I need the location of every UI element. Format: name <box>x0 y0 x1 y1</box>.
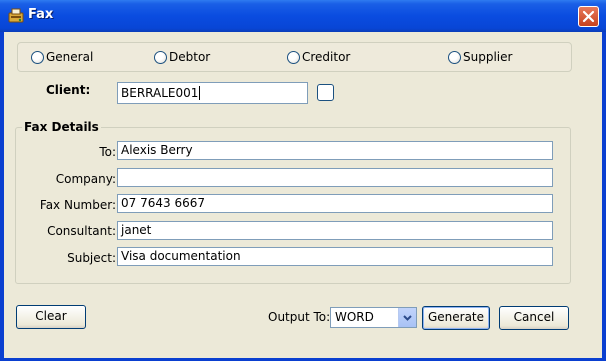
radio-supplier[interactable]: Supplier <box>448 50 512 64</box>
close-icon <box>582 10 595 23</box>
record-type-panel: General Debtor Creditor Supplier <box>17 42 572 72</box>
output-to-label: Output To: <box>268 310 331 324</box>
fax-number-label: Fax Number: <box>39 198 116 212</box>
radio-debtor-label: Debtor <box>169 50 211 64</box>
to-label: To: <box>99 145 116 159</box>
chevron-down-icon <box>403 315 412 321</box>
radio-creditor-circle <box>287 50 300 64</box>
radio-general[interactable]: General <box>31 50 93 64</box>
radio-debtor[interactable]: Debtor <box>154 50 210 64</box>
dropdown-arrow[interactable] <box>398 308 416 327</box>
fax-details-title: Fax Details <box>22 120 101 134</box>
clear-button[interactable]: Clear <box>16 305 86 329</box>
consultant-label: Consultant: <box>47 224 116 238</box>
consultant-input-value: janet <box>121 223 152 237</box>
subject-label: Subject: <box>67 251 116 265</box>
to-input[interactable]: Alexis Berry <box>117 141 553 160</box>
client-checkbox[interactable] <box>317 84 334 101</box>
text-cursor <box>199 86 201 100</box>
client-input-value: BERRALE001 <box>121 86 199 100</box>
radio-debtor-circle <box>154 50 167 64</box>
company-label: Company: <box>55 172 116 186</box>
cancel-button[interactable]: Cancel <box>499 306 569 330</box>
title-bar[interactable]: Fax <box>0 0 606 32</box>
to-input-value: Alexis Berry <box>121 143 193 157</box>
radio-general-label: General <box>46 50 94 64</box>
company-input[interactable] <box>117 168 553 187</box>
subject-input[interactable]: Visa documentation <box>117 247 553 266</box>
radio-general-circle <box>31 50 44 64</box>
fax-window: Fax General Debtor Creditor Supplier Cli… <box>0 0 606 361</box>
consultant-input[interactable]: janet <box>117 221 553 240</box>
close-button[interactable] <box>578 6 599 27</box>
radio-creditor[interactable]: Creditor <box>287 50 350 64</box>
fax-number-input-value: 07 7643 6667 <box>121 196 205 210</box>
output-to-select[interactable]: WORD <box>330 307 417 328</box>
window-title: Fax <box>28 7 54 22</box>
subject-input-value: Visa documentation <box>121 249 241 263</box>
fax-app-icon <box>8 8 24 23</box>
output-to-value: WORD <box>335 310 374 324</box>
radio-creditor-label: Creditor <box>302 50 351 64</box>
client-input[interactable]: BERRALE001 <box>117 82 308 104</box>
client-label: Client: <box>46 83 91 97</box>
radio-supplier-label: Supplier <box>463 50 513 64</box>
fax-number-input[interactable]: 07 7643 6667 <box>117 194 553 213</box>
radio-supplier-circle <box>448 50 461 64</box>
generate-button[interactable]: Generate <box>422 306 490 330</box>
dialog-body: General Debtor Creditor Supplier Client:… <box>4 32 602 358</box>
